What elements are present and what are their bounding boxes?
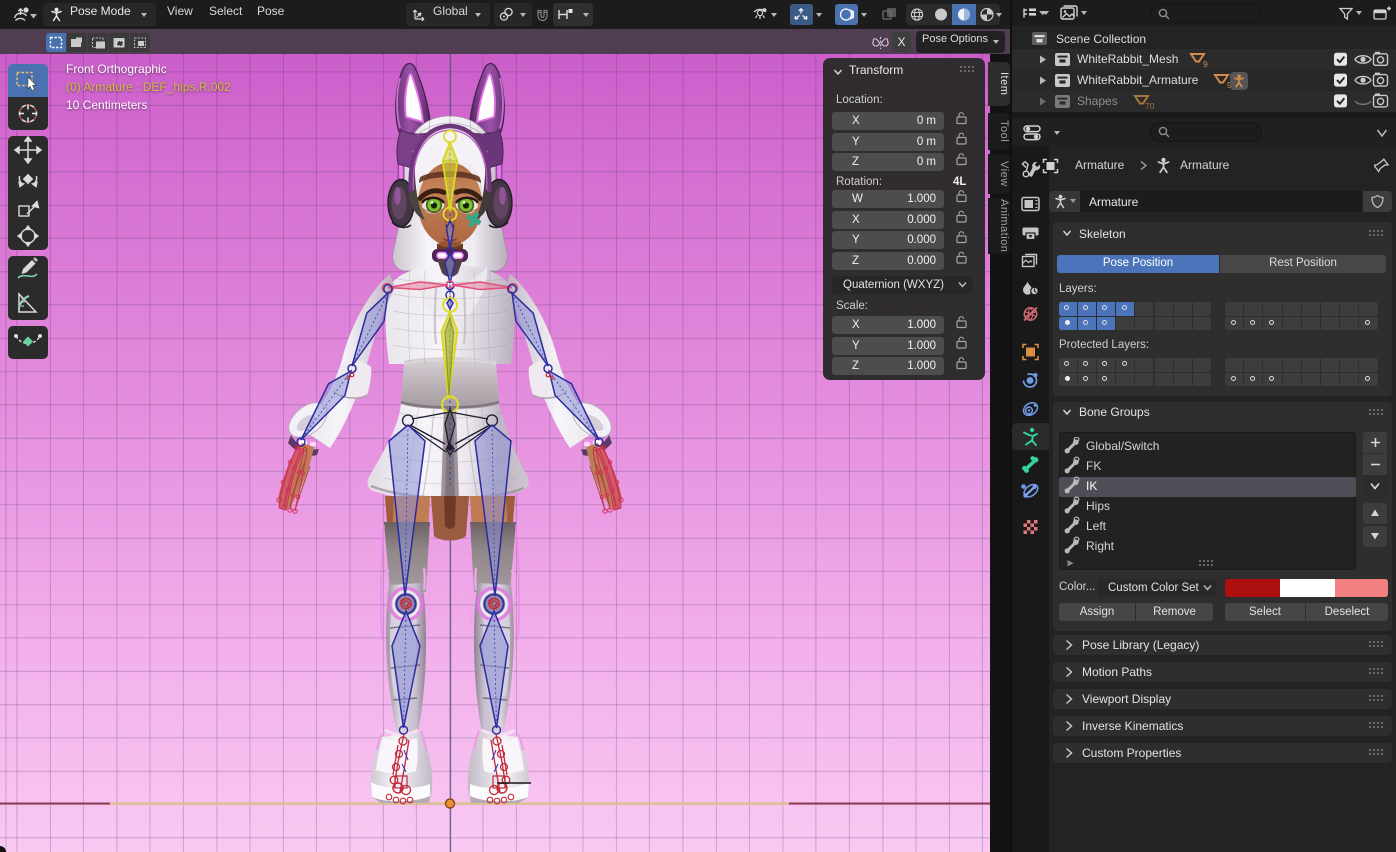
svg-text:9: 9 xyxy=(1203,59,1208,69)
svg-text:70: 70 xyxy=(1145,101,1155,111)
